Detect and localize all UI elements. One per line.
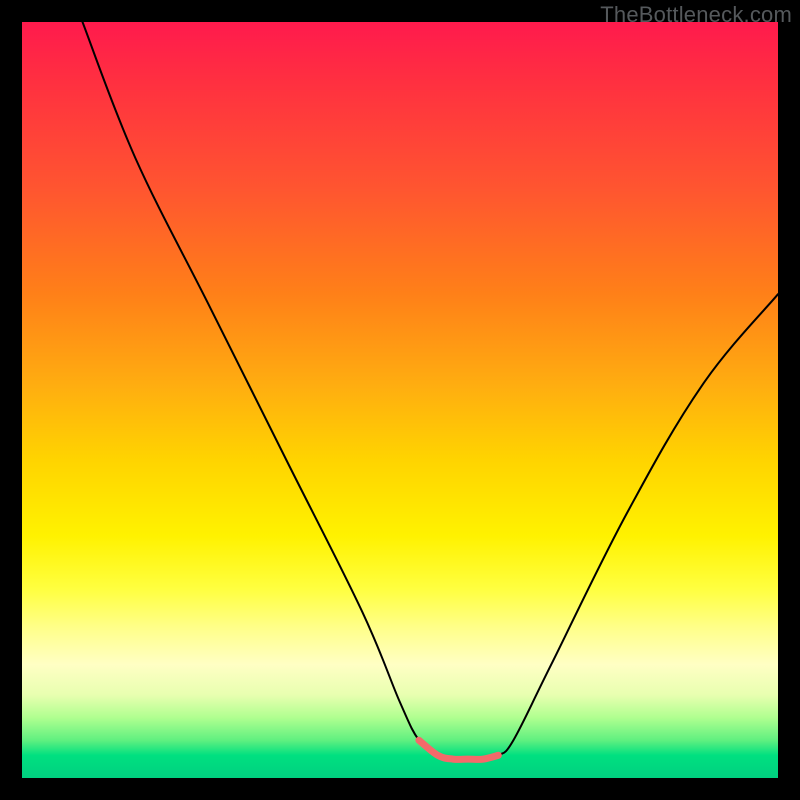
bottleneck-curve [83,22,779,759]
chart-svg [22,22,778,778]
watermark-text: TheBottleneck.com [600,2,792,28]
chart-frame: TheBottleneck.com [0,0,800,800]
highlight-valley [419,740,498,759]
plot-area [22,22,778,778]
